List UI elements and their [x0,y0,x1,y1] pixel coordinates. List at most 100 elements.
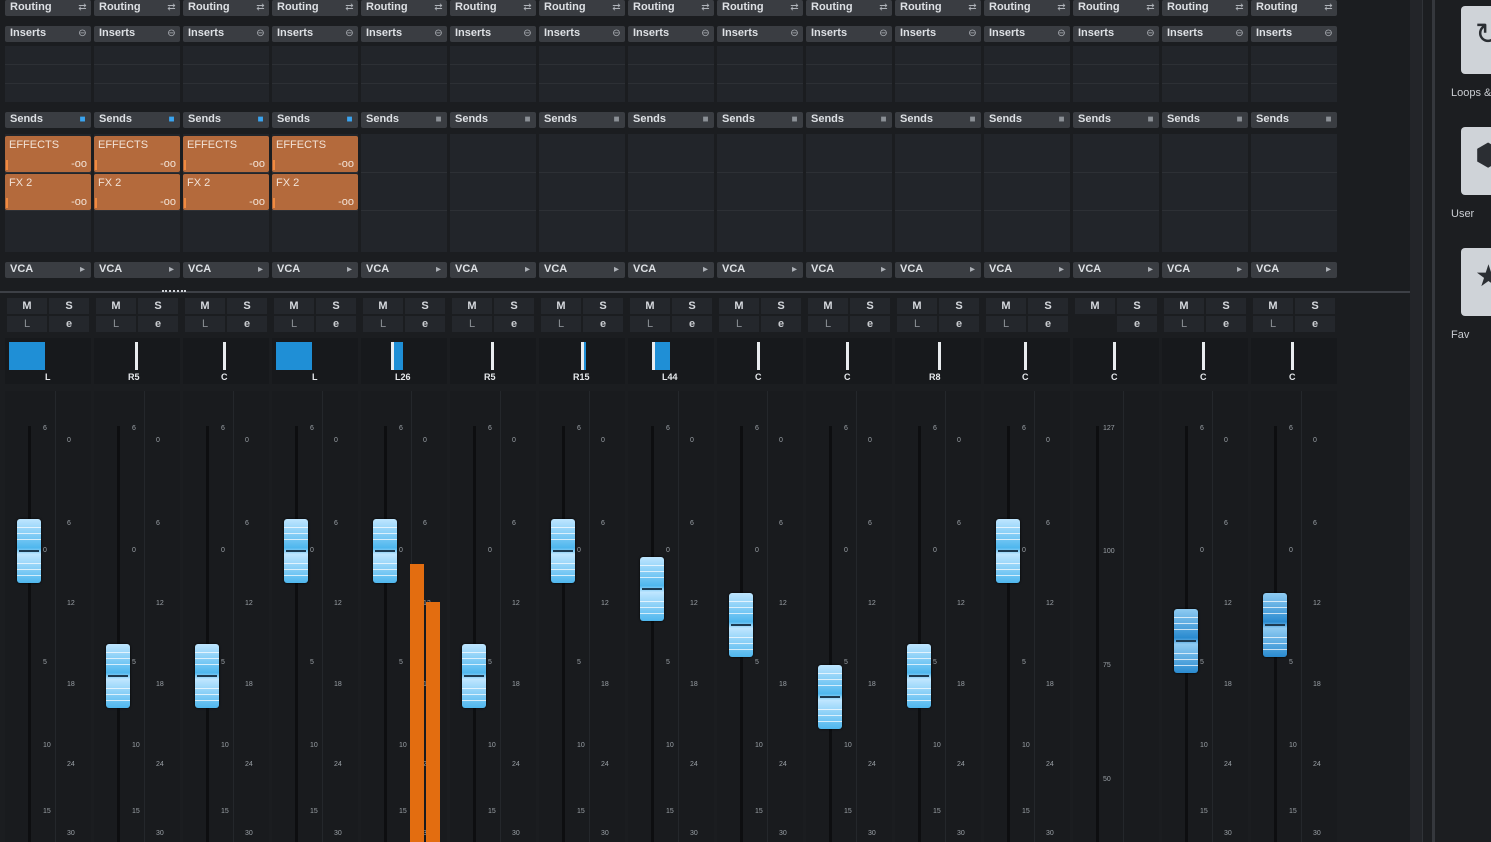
routing-header[interactable]: Routing ⇄ [984,0,1070,16]
inserts-header[interactable]: Inserts ⊖ [628,26,714,42]
edit-channel-button[interactable]: e [761,316,801,332]
vca-header[interactable]: VCA ▸ [806,262,892,278]
resize-handle[interactable] [162,290,186,295]
mute-button[interactable]: M [452,298,492,314]
vca-header[interactable]: VCA ▸ [183,262,269,278]
mute-button[interactable]: M [1253,298,1293,314]
mute-button[interactable]: M [986,298,1026,314]
sends-header[interactable]: Sends ■ [450,112,536,128]
sends-header[interactable]: Sends ■ [1073,112,1159,128]
volume-fader[interactable] [195,644,219,708]
insert-slots[interactable] [1162,46,1248,102]
listen-button[interactable]: L [452,316,492,332]
sends-header[interactable]: Sends ■ [984,112,1070,128]
vca-header[interactable]: VCA ▸ [1073,262,1159,278]
solo-button[interactable]: S [494,298,534,314]
routing-header[interactable]: Routing ⇄ [539,0,625,16]
user-presets-tile[interactable]: ⬢ [1461,127,1491,195]
mute-button[interactable]: M [541,298,581,314]
volume-fader[interactable] [996,519,1020,583]
vca-header[interactable]: VCA ▸ [628,262,714,278]
listen-button[interactable]: L [541,316,581,332]
send-slots[interactable] [450,134,536,252]
send-slots[interactable] [1251,134,1337,252]
send-slot[interactable]: EFFECTS -oo [183,136,269,172]
solo-button[interactable]: S [138,298,178,314]
send-slots[interactable] [717,134,803,252]
routing-header[interactable]: Routing ⇄ [450,0,536,16]
inserts-header[interactable]: Inserts ⊖ [5,26,91,42]
listen-button[interactable]: L [7,316,47,332]
edit-channel-button[interactable]: e [1028,316,1068,332]
sends-header[interactable]: Sends ■ [1162,112,1248,128]
solo-button[interactable]: S [1028,298,1068,314]
solo-button[interactable]: S [1206,298,1246,314]
sends-header[interactable]: Sends ■ [272,112,358,128]
send-slot[interactable]: EFFECTS -oo [272,136,358,172]
insert-slots[interactable] [5,46,91,102]
pan-control[interactable]: C [984,338,1070,384]
send-slot[interactable]: FX 2 -oo [272,174,358,210]
solo-button[interactable]: S [939,298,979,314]
send-slots[interactable] [1073,134,1159,252]
vca-header[interactable]: VCA ▸ [1251,262,1337,278]
vca-header[interactable]: VCA ▸ [717,262,803,278]
volume-fader[interactable] [907,644,931,708]
edit-channel-button[interactable]: e [1206,316,1246,332]
volume-fader[interactable] [106,644,130,708]
volume-fader[interactable] [17,519,41,583]
edit-channel-button[interactable]: e [939,316,979,332]
insert-slots[interactable] [94,46,180,102]
inserts-header[interactable]: Inserts ⊖ [1162,26,1248,42]
edit-channel-button[interactable]: e [1117,316,1157,332]
pan-control[interactable]: R15 [539,338,625,384]
listen-button[interactable]: L [719,316,759,332]
insert-slots[interactable] [450,46,536,102]
sends-header[interactable]: Sends ■ [1251,112,1337,128]
edit-channel-button[interactable]: e [850,316,890,332]
send-slot[interactable]: FX 2 -oo [5,174,91,210]
insert-slots[interactable] [361,46,447,102]
insert-slots[interactable] [984,46,1070,102]
send-slot[interactable]: EFFECTS -oo [5,136,91,172]
volume-fader[interactable] [640,557,664,621]
insert-slots[interactable] [628,46,714,102]
routing-header[interactable]: Routing ⇄ [272,0,358,16]
mute-button[interactable]: M [185,298,225,314]
edit-channel-button[interactable]: e [494,316,534,332]
star-tile[interactable]: ★ [1461,248,1491,316]
listen-button[interactable]: L [630,316,670,332]
sends-header[interactable]: Sends ■ [361,112,447,128]
inserts-header[interactable]: Inserts ⊖ [1251,26,1337,42]
send-slots[interactable] [361,134,447,252]
listen-button[interactable]: L [185,316,225,332]
volume-fader[interactable] [1263,593,1287,657]
solo-button[interactable]: S [227,298,267,314]
vca-header[interactable]: VCA ▸ [272,262,358,278]
edit-channel-button[interactable]: e [405,316,445,332]
pan-control[interactable]: C [806,338,892,384]
vca-header[interactable]: VCA ▸ [895,262,981,278]
sends-header[interactable]: Sends ■ [628,112,714,128]
vca-header[interactable]: VCA ▸ [539,262,625,278]
routing-header[interactable]: Routing ⇄ [361,0,447,16]
solo-button[interactable]: S [583,298,623,314]
insert-slots[interactable] [895,46,981,102]
mixer-scrollbar[interactable] [1410,0,1422,842]
inserts-header[interactable]: Inserts ⊖ [94,26,180,42]
listen-button[interactable]: L [363,316,403,332]
inserts-header[interactable]: Inserts ⊖ [183,26,269,42]
insert-slots[interactable] [1251,46,1337,102]
vca-header[interactable]: VCA ▸ [361,262,447,278]
pan-control[interactable]: L [5,338,91,384]
solo-button[interactable]: S [850,298,890,314]
send-slots[interactable] [984,134,1070,252]
routing-header[interactable]: Routing ⇄ [1162,0,1248,16]
volume-fader[interactable] [551,519,575,583]
solo-button[interactable]: S [1295,298,1335,314]
inserts-header[interactable]: Inserts ⊖ [539,26,625,42]
volume-fader[interactable] [373,519,397,583]
mute-button[interactable]: M [808,298,848,314]
solo-button[interactable]: S [1117,298,1157,314]
inserts-header[interactable]: Inserts ⊖ [984,26,1070,42]
